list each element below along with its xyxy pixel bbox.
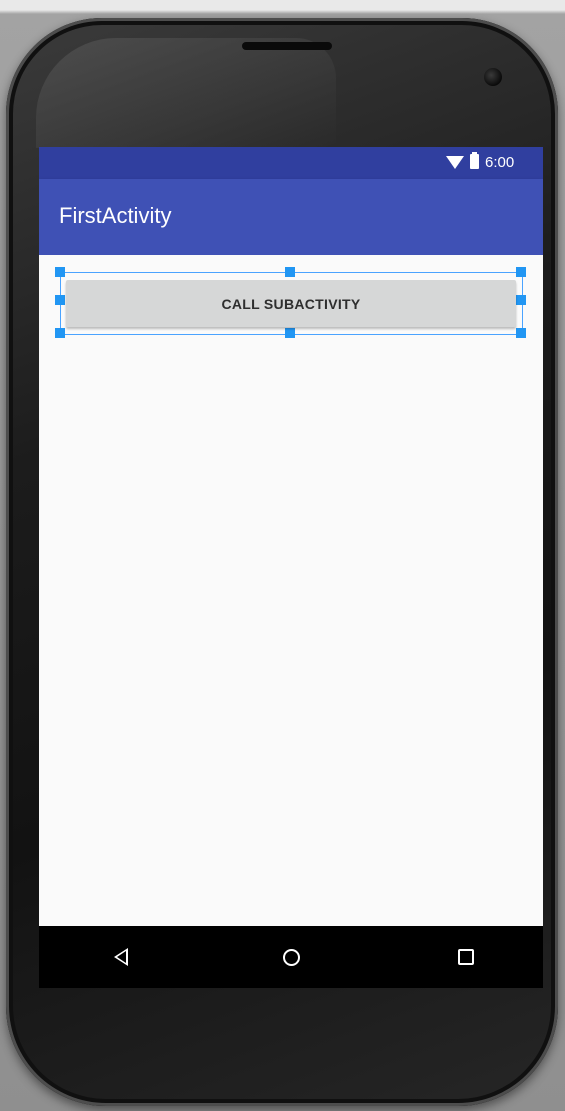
earpiece-speaker — [242, 42, 332, 50]
navigation-bar — [39, 926, 543, 988]
back-button[interactable] — [101, 937, 141, 977]
home-button[interactable] — [271, 937, 311, 977]
front-camera — [484, 68, 502, 86]
resize-handle-top-center[interactable] — [285, 267, 295, 277]
back-icon — [114, 948, 128, 966]
wifi-icon — [446, 156, 464, 169]
battery-icon — [470, 152, 479, 169]
resize-handle-bottom-right[interactable] — [516, 328, 526, 338]
resize-handle-top-left[interactable] — [55, 267, 65, 277]
home-icon — [282, 948, 300, 966]
status-clock: 6:00 — [485, 154, 515, 171]
app-title: FirstActivity — [59, 203, 172, 228]
activity-content: CALL SUBACTIVITY — [39, 255, 543, 926]
app-bar: FirstActivity — [39, 179, 543, 255]
status-bar: 6:00 — [39, 147, 543, 179]
resize-handle-bottom-left[interactable] — [55, 328, 65, 338]
device-gloss — [36, 38, 336, 148]
resize-handle-middle-right[interactable] — [516, 295, 526, 305]
call-subactivity-button[interactable]: CALL SUBACTIVITY — [66, 280, 516, 327]
resize-handle-bottom-center[interactable] — [285, 328, 295, 338]
resize-handle-top-right[interactable] — [516, 267, 526, 277]
device-screen: 6:00 FirstActivity CALL SUBACTIVITY — [39, 147, 543, 988]
resize-handle-middle-left[interactable] — [55, 295, 65, 305]
recents-icon — [458, 949, 474, 965]
recents-button[interactable] — [446, 937, 486, 977]
